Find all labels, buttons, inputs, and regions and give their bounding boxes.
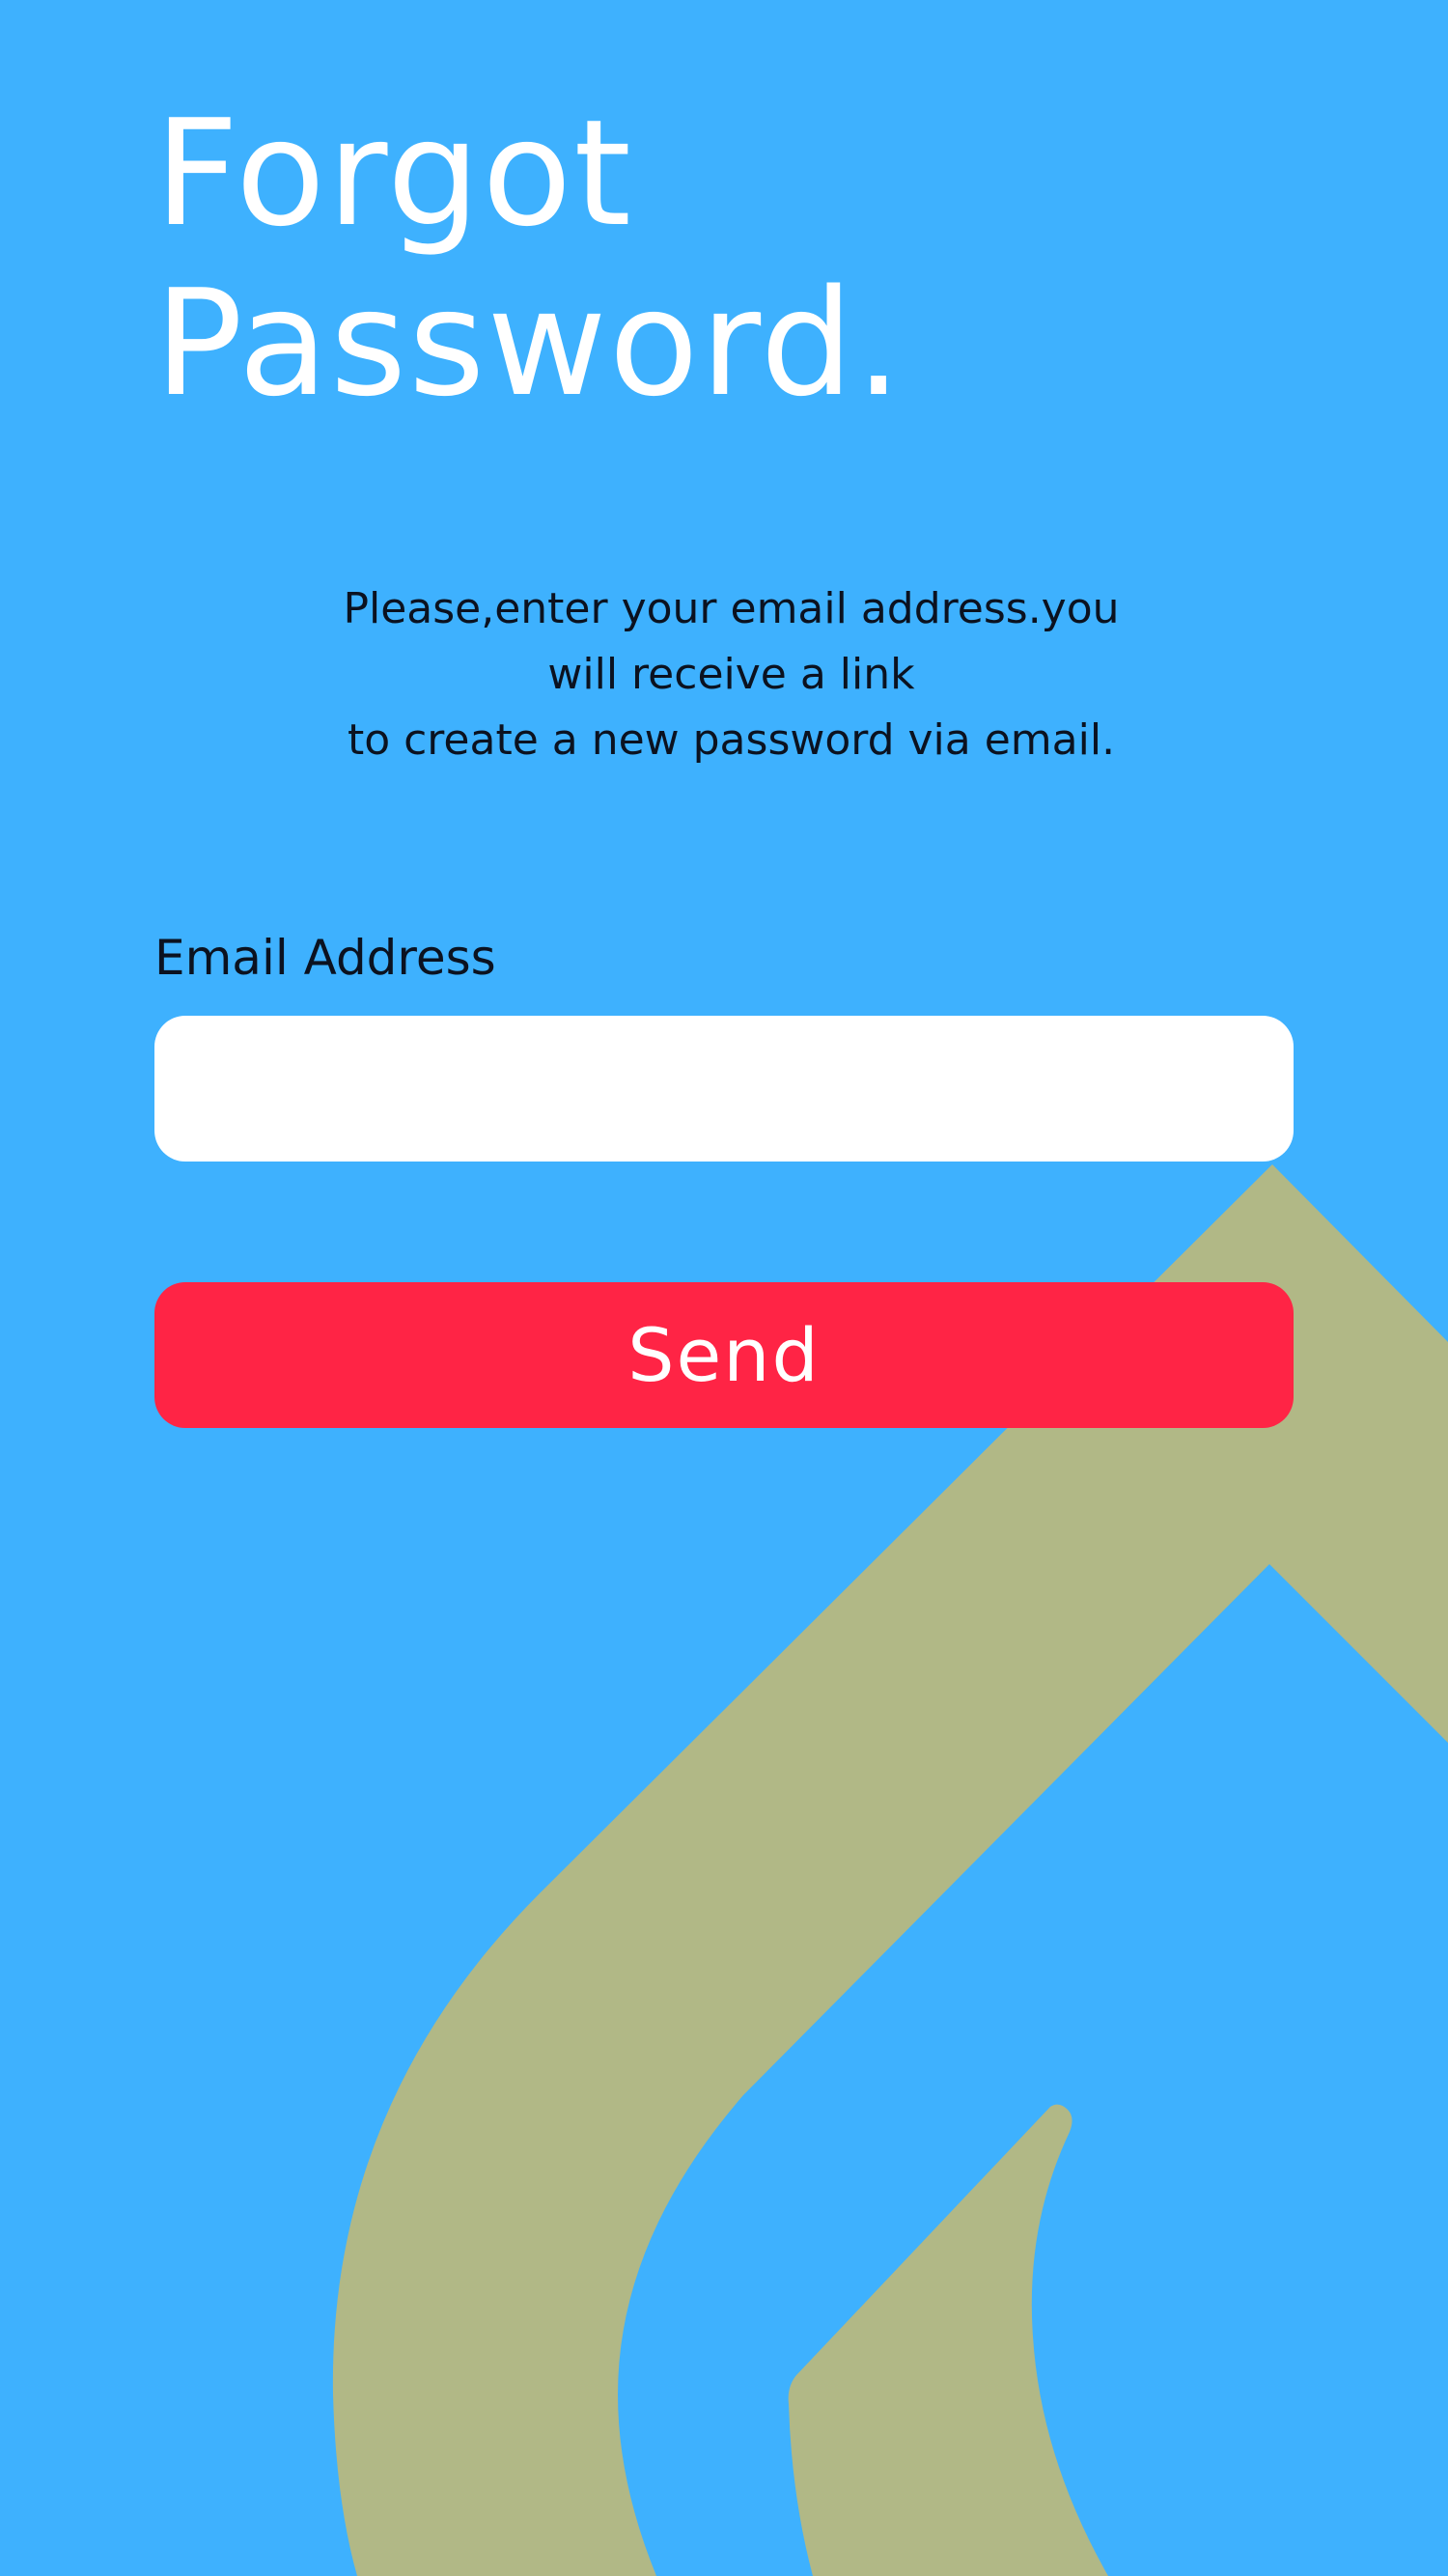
send-button[interactable]: Send <box>154 1282 1294 1428</box>
instructions-text: Please,enter your email address.you will… <box>319 576 1144 773</box>
forgot-password-screen: Forgot Password. Please,enter your email… <box>0 0 1448 2576</box>
page-title: Forgot Password. <box>154 89 904 429</box>
instructions-line-3: to create a new password via email. <box>347 715 1116 765</box>
page-title-line-2: Password. <box>154 258 905 429</box>
email-field[interactable] <box>154 1016 1294 1162</box>
instructions-line-2: will receive a link <box>547 650 915 699</box>
email-label: Email Address <box>154 930 496 986</box>
page-title-line-1: Forgot <box>154 88 633 259</box>
instructions-line-1: Please,enter your email address.you <box>343 584 1120 633</box>
